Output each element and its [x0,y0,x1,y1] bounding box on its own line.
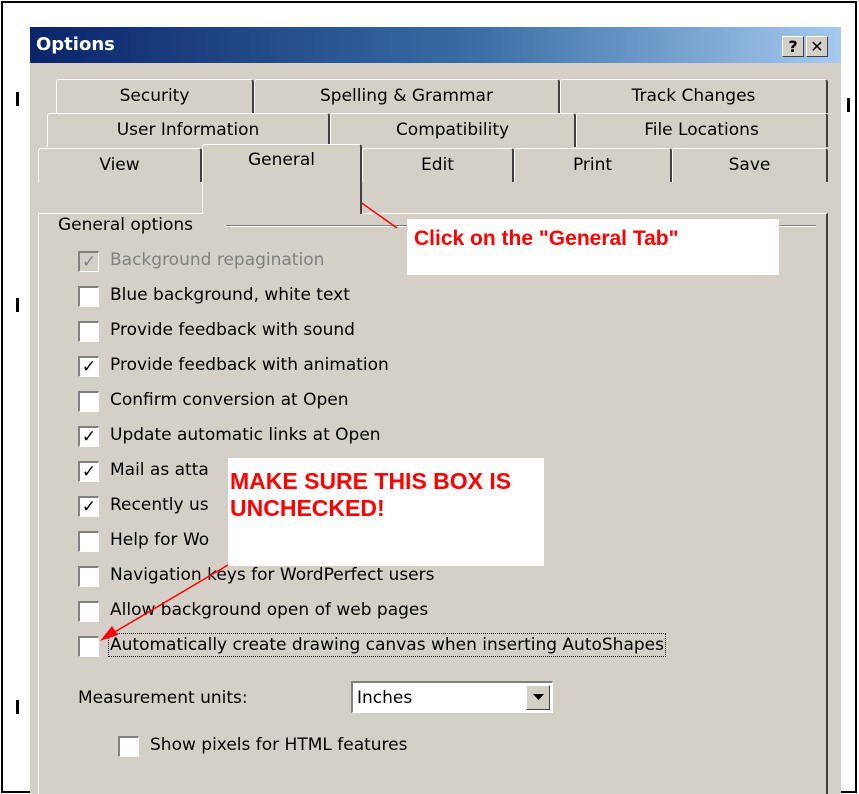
arrow-line [107,564,229,637]
tab-general[interactable]: General [202,144,362,214]
arrow-head [100,626,118,641]
annotation-arrows [100,178,398,641]
